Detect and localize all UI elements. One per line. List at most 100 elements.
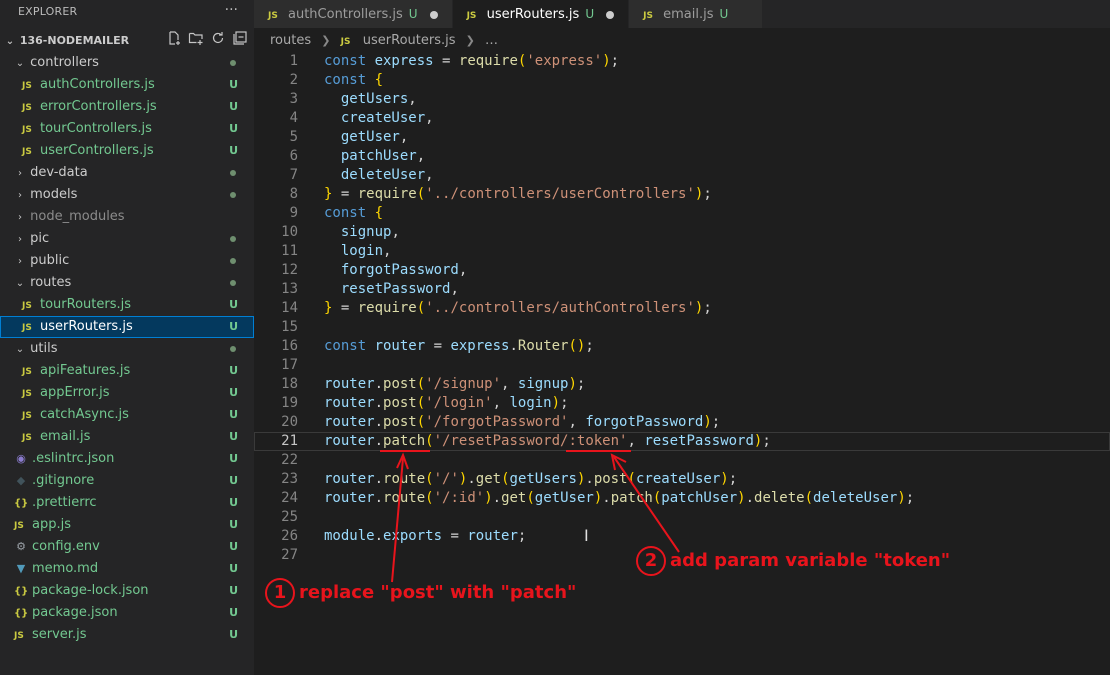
code-line[interactable]: 10 signup, <box>254 223 1110 242</box>
code-line[interactable]: 2 const { <box>254 71 1110 90</box>
code-token: ; <box>711 414 721 430</box>
code-token: ) <box>897 490 906 506</box>
code-token: resetPassword <box>644 433 754 449</box>
chevron-down-icon: ⌄ <box>15 344 25 355</box>
tree-item-label: .eslintrc.json <box>32 451 115 466</box>
chevron-down-icon: ⌄ <box>5 36 15 47</box>
code-token: router <box>324 471 375 487</box>
project-root[interactable]: ⌄ 136-NODEMAILER <box>0 30 254 52</box>
code-token: ) <box>568 376 577 392</box>
code-line[interactable]: 16 const router = express.Router(); <box>254 337 1110 356</box>
code-line[interactable]: 17 <box>254 356 1110 375</box>
folder-node_modules[interactable]: › node_modules <box>0 206 254 228</box>
file-errorControllers.js[interactable]: JS errorControllers.js U <box>0 96 254 118</box>
folder-pic[interactable]: › pic <box>0 228 254 250</box>
unsaved-dot-icon[interactable] <box>606 10 615 19</box>
file-catchAsync.js[interactable]: JS catchAsync.js U <box>0 404 254 426</box>
code-line[interactable]: 19 router.post('/login', login); <box>254 394 1110 413</box>
file-server.js[interactable]: JS server.js U <box>0 624 254 646</box>
file-package.json[interactable]: {} package.json U <box>0 602 254 624</box>
file-.prettierrc[interactable]: {} .prettierrc U <box>0 492 254 514</box>
unsaved-dot-icon[interactable] <box>429 10 438 19</box>
code-line[interactable]: 22 <box>254 451 1110 470</box>
code-line[interactable]: 12 forgotPassword, <box>254 261 1110 280</box>
code-line[interactable]: 21 router.patch('/resetPassword/:token', … <box>254 432 1110 451</box>
file-email.js[interactable]: JS email.js U <box>0 426 254 448</box>
file-.eslintrc.json[interactable]: ◉ .eslintrc.json U <box>0 448 254 470</box>
code-line[interactable]: 7 deleteUser, <box>254 166 1110 185</box>
code-token: const <box>324 205 375 221</box>
code-token: router <box>324 376 375 392</box>
git-status-badge: U <box>229 606 238 619</box>
code-token: forgotPassword <box>340 262 459 278</box>
breadcrumb-file[interactable]: userRouters.js <box>363 33 456 48</box>
git-status-badge: U <box>229 584 238 597</box>
line-number: 9 <box>289 205 298 221</box>
folder-utils[interactable]: ⌄ utils <box>0 338 254 360</box>
code-line[interactable]: 13 resetPassword, <box>254 280 1110 299</box>
code-line[interactable]: 14} = require('../controllers/authContro… <box>254 299 1110 318</box>
more-actions-icon[interactable]: ··· <box>225 2 238 18</box>
file-authControllers.js[interactable]: JS authControllers.js U <box>0 74 254 96</box>
git-status-badge: U <box>229 562 238 575</box>
new-file-icon[interactable] <box>166 30 182 46</box>
code-line[interactable]: 24 router.route('/:id').get(getUser).patc… <box>254 489 1110 508</box>
code-line[interactable]: 5 getUser, <box>254 128 1110 147</box>
folder-routes[interactable]: ⌄ routes <box>0 272 254 294</box>
file-userControllers.js[interactable]: JS userControllers.js U <box>0 140 254 162</box>
file-userRouters.js[interactable]: JS userRouters.js U <box>0 316 254 338</box>
file-.gitignore[interactable]: ◆ .gitignore U <box>0 470 254 492</box>
code-token: . <box>509 338 518 354</box>
collapse-all-icon[interactable] <box>232 30 248 46</box>
file-appError.js[interactable]: JS appError.js U <box>0 382 254 404</box>
file-config.env[interactable]: ⚙ config.env U <box>0 536 254 558</box>
code-token: . <box>745 490 755 506</box>
annotation-2: 2 add param variable "token" <box>636 546 950 576</box>
code-token: const <box>324 53 375 69</box>
code-line[interactable]: 9 const { <box>254 204 1110 223</box>
file-tourRouters.js[interactable]: JS tourRouters.js U <box>0 294 254 316</box>
code-line[interactable]: 8} = require('../controllers/userControl… <box>254 185 1110 204</box>
code-line[interactable]: 6 patchUser, <box>254 147 1110 166</box>
file-app.js[interactable]: JS app.js U <box>0 514 254 536</box>
code-text: } = require('../controllers/authControll… <box>324 299 712 318</box>
tab-authControllers.js[interactable]: JS authControllers.js U <box>254 0 453 28</box>
modified-dot-icon <box>230 236 236 242</box>
tab-email.js[interactable]: JS email.js U <box>629 0 764 28</box>
code-line[interactable]: 11 login, <box>254 242 1110 261</box>
chevron-down-icon: ⌄ <box>15 278 25 289</box>
file-package-lock.json[interactable]: {} package-lock.json U <box>0 580 254 602</box>
code-line[interactable]: 15 <box>254 318 1110 337</box>
file-tourControllers.js[interactable]: JS tourControllers.js U <box>0 118 254 140</box>
code-token: = <box>433 53 459 69</box>
code-token: ; <box>576 376 586 392</box>
code-line[interactable]: 18 router.post('/signup', signup); <box>254 375 1110 394</box>
folder-controllers[interactable]: ⌄ controllers <box>0 52 254 74</box>
code-token: route <box>383 471 426 487</box>
code-line[interactable]: 4 createUser, <box>254 109 1110 128</box>
new-folder-icon[interactable] <box>188 30 204 46</box>
file-apiFeatures.js[interactable]: JS apiFeatures.js U <box>0 360 254 382</box>
breadcrumb-folder[interactable]: routes <box>270 33 311 48</box>
code-token: , <box>391 224 400 240</box>
code-line[interactable]: 23 router.route('/').get(getUsers).post(c… <box>254 470 1110 489</box>
folder-dev-data[interactable]: › dev-data <box>0 162 254 184</box>
git-status-badge: U <box>229 386 238 399</box>
code-line[interactable]: 26 module.exports = router; <box>254 527 1110 546</box>
code-line[interactable]: 1 const express = require('express'); <box>254 52 1110 71</box>
tab-userRouters.js[interactable]: JS userRouters.js U <box>452 0 630 28</box>
file-memo.md[interactable]: ▼ memo.md U <box>0 558 254 580</box>
text-cursor-icon: I <box>584 526 589 545</box>
line-number: 3 <box>289 91 298 107</box>
code-line[interactable]: 20 router.post('/forgotPassword', forgotP… <box>254 413 1110 432</box>
tree-item-label: .gitignore <box>32 473 95 488</box>
code-token: , <box>627 433 645 449</box>
breadcrumb-more[interactable]: … <box>485 33 498 48</box>
code-line[interactable]: 3 getUsers, <box>254 90 1110 109</box>
refresh-icon[interactable] <box>210 30 226 46</box>
folder-public[interactable]: › public <box>0 250 254 272</box>
code-line[interactable]: 25 <box>254 508 1110 527</box>
folder-models[interactable]: › models <box>0 184 254 206</box>
tab-label: authControllers.js <box>288 7 403 22</box>
